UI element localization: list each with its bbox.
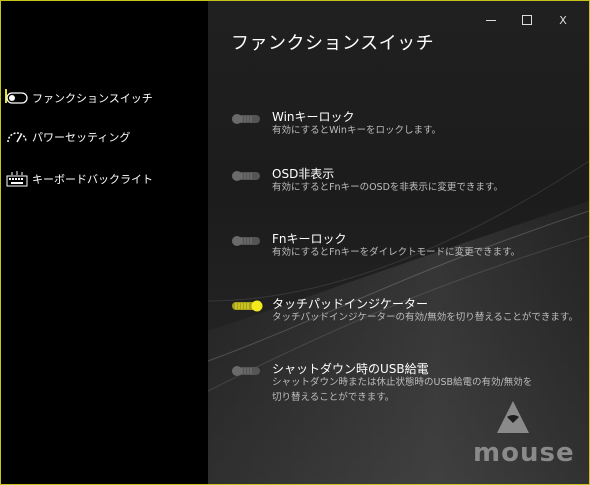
sidebar-item-label: ファンクションスイッチ xyxy=(32,92,153,105)
app-window: ファンクションスイッチ パワーセッティング キーボードバックライト X ファンク… xyxy=(0,0,590,485)
option-description: 有効にするとWinキーをロックします。 xyxy=(272,125,441,136)
option-description: シャットダウン時または休止状態時のUSB給電の有効/無効を xyxy=(272,377,533,388)
toggle-off[interactable] xyxy=(231,365,263,377)
sidebar-item-keyboard-backlight[interactable]: キーボードバックライト xyxy=(6,171,153,187)
keyboard-icon xyxy=(6,171,28,187)
sidebar: ファンクションスイッチ パワーセッティング キーボードバックライト xyxy=(1,1,208,484)
option-label: Fnキーロック xyxy=(272,232,347,246)
maximize-icon xyxy=(522,15,532,25)
brand-logo-text: mouse xyxy=(473,438,575,468)
option-label: タッチパッドインジケーター xyxy=(272,297,429,311)
option-description: 有効にするとFnキーのOSDを非表示に変更できます。 xyxy=(272,182,503,193)
option-description: 有効にするとFnキーをダイレクトモードに変更できます。 xyxy=(272,247,521,258)
option-label: シャットダウン時のUSB給電 xyxy=(272,362,429,376)
option-description-line2: 切り替えることができます。 xyxy=(272,392,395,403)
toggle-off[interactable] xyxy=(231,235,263,247)
mouse-logo-mark xyxy=(497,401,529,433)
toggle-on[interactable] xyxy=(231,300,263,312)
gauge-icon xyxy=(6,130,28,144)
toggle-off[interactable] xyxy=(231,113,263,125)
sidebar-item-function-switch[interactable]: ファンクションスイッチ xyxy=(6,90,153,106)
option-description: タッチパッドインジケーターの有効/無効を切り替えることができます。 xyxy=(272,312,578,323)
toggle-icon xyxy=(6,91,28,105)
minimize-icon xyxy=(486,19,496,21)
sidebar-item-label: キーボードバックライト xyxy=(32,173,153,186)
page-title: ファンクションスイッチ xyxy=(231,33,435,54)
sidebar-item-power-setting[interactable]: パワーセッティング xyxy=(6,129,130,145)
option-label: Winキーロック xyxy=(272,110,355,124)
close-button[interactable]: X xyxy=(545,7,581,33)
option-label: OSD非表示 xyxy=(272,167,335,181)
window-controls: X xyxy=(473,7,581,33)
toggle-off[interactable] xyxy=(231,170,263,182)
maximize-button[interactable] xyxy=(509,7,545,33)
sidebar-item-label: パワーセッティング xyxy=(32,131,131,144)
minimize-button[interactable] xyxy=(473,7,509,33)
